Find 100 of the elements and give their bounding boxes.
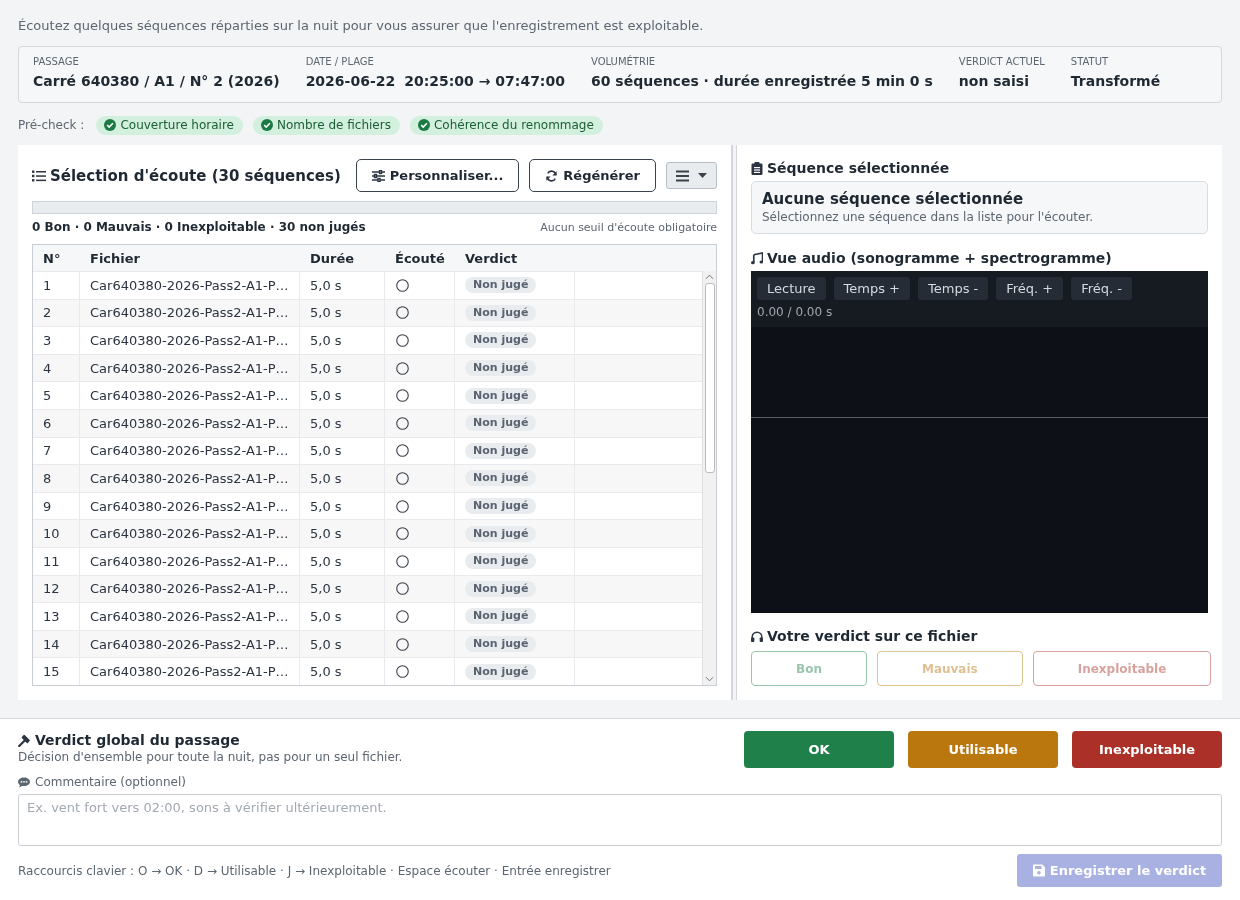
table-row[interactable]: 13 Car640380-2026-Pass2-A1-P… 5,0 s Non jugé xyxy=(33,602,702,630)
global-verdict-button[interactable]: Utilisable xyxy=(908,731,1058,768)
comment-field[interactable]: Ex. vent fort vers 02:00, sons à vérifier ultérieurement. xyxy=(18,794,1222,846)
table-row[interactable]: 6 Car640380-2026-Pass2-A1-P… 5,0 s Non jugé xyxy=(33,408,702,437)
verdict-status: Non jugé xyxy=(465,277,537,294)
customize-button[interactable]: Personnaliser... xyxy=(355,159,520,192)
table-row[interactable]: 10 Car640380-2026-Pass2-A1-P… 5,0 s Non jugé xyxy=(33,519,702,547)
table-cell: 6 xyxy=(33,409,80,437)
table-cell: 13 xyxy=(33,603,80,630)
speech-bubble-icon xyxy=(18,776,30,788)
table-cell: 3 xyxy=(33,327,80,354)
check-circle-icon xyxy=(260,119,273,131)
regenerate-button[interactable]: Régénérer xyxy=(529,159,656,192)
table-row[interactable]: 2 Car640380-2026-Pass2-A1-P… 5,0 s Non jugé xyxy=(33,298,702,327)
column-header: Durée xyxy=(309,249,356,268)
field-value: Carré 640380 / A1 / N° 2 (2026) xyxy=(33,72,280,90)
playback-time: 0.00 / 0.00 s xyxy=(757,304,834,320)
table-cell: 15 xyxy=(33,658,80,685)
precheck-label-text: Couverture horaire xyxy=(120,118,234,132)
table-row[interactable]: 3 Car640380-2026-Pass2-A1-P… 5,0 s Non jugé xyxy=(33,326,702,354)
field-label: STATUT xyxy=(1070,56,1110,68)
table-cell: 5 xyxy=(33,382,80,409)
global-verdict-subtitle: Décision d'ensemble pour toute la nuit, pas pour un seul fichier. xyxy=(18,749,403,766)
global-verdict-button[interactable]: OK xyxy=(744,731,894,768)
comment-label: Commentaire (optionnel) xyxy=(35,775,186,789)
table-cell: 8 xyxy=(33,465,80,492)
play-button[interactable]: Lecture xyxy=(757,277,826,300)
section-heading: Vue audio (sonogramme + spectrogramme) xyxy=(767,249,1112,267)
column-header: Écouté xyxy=(394,249,446,268)
table-row[interactable]: 9 Car640380-2026-Pass2-A1-P… 5,0 s Non jugé xyxy=(33,491,702,520)
table-row[interactable]: 8 Car640380-2026-Pass2-A1-P… 5,0 s Non jugé xyxy=(33,464,702,492)
table-cell: Car640380-2026-Pass2-A1-P… xyxy=(80,272,300,299)
scrollbar[interactable] xyxy=(702,271,716,685)
refresh-icon xyxy=(545,169,559,182)
verdict-status: Non jugé xyxy=(465,580,537,597)
time-zoom-in-button[interactable]: Temps + xyxy=(833,277,910,300)
field-value: Transformé xyxy=(1070,72,1161,90)
table-row[interactable]: 4 Car640380-2026-Pass2-A1-P… 5,0 s Non jugé xyxy=(33,353,702,382)
table-cell: Car640380-2026-Pass2-A1-P… xyxy=(80,382,300,409)
check-circle-icon xyxy=(417,119,430,131)
precheck-label-text: Nombre de fichiers xyxy=(276,118,391,132)
scrollbar-thumb[interactable] xyxy=(704,283,715,473)
intro-text: Écoutez quelques séquences réparties sur la nuit pour vous assurer que l'enregistrement est exploitable. xyxy=(18,17,705,35)
column-header: Verdict xyxy=(464,249,519,268)
menu-button[interactable] xyxy=(666,162,717,189)
keyboard-shortcuts-hint: Raccourcis clavier : O → OK · D → Utilisable · J → Inexploitable · Espace écouter · Entrée enregistrer xyxy=(18,863,611,878)
verdict-status: Non jugé xyxy=(465,608,537,625)
table-row[interactable]: 7 Car640380-2026-Pass2-A1-P… 5,0 s Non jugé xyxy=(33,436,702,465)
sliders-icon xyxy=(371,169,385,182)
chevron-down-icon xyxy=(705,676,714,682)
table-row[interactable]: 1 Car640380-2026-Pass2-A1-P… 5,0 s Non jugé xyxy=(33,271,702,299)
verdict-status: Non jugé xyxy=(465,636,537,652)
table-cell: 5,0 s xyxy=(300,658,385,685)
verdict-tally: 0 Bon · 0 Mauvais · 0 Inexploitable · 30 non jugés xyxy=(32,220,366,234)
table-row[interactable]: 15 Car640380-2026-Pass2-A1-P… 5,0 s Non jugé xyxy=(33,657,702,685)
table-cell: Car640380-2026-Pass2-A1-P… xyxy=(80,465,300,492)
verdict-status: Non jugé xyxy=(465,498,537,515)
check-circle-icon xyxy=(104,119,117,131)
caret-icon xyxy=(698,173,707,178)
section-heading: Votre verdict sur ce fichier xyxy=(767,627,978,645)
global-verdict-button[interactable]: Inexploitable xyxy=(1072,731,1222,768)
column-header: Fichier xyxy=(89,249,141,268)
table-cell: Car640380-2026-Pass2-A1-P… xyxy=(80,327,300,354)
table-cell: 5,0 s xyxy=(300,465,385,492)
frequency-zoom-in-button[interactable]: Fréq. + xyxy=(996,277,1064,300)
chevron-up-icon xyxy=(705,274,714,280)
column-header: N° xyxy=(42,249,62,268)
field-label: PASSAGE xyxy=(33,56,80,68)
verdict-status: Non jugé xyxy=(465,387,537,404)
global-verdict-title: Verdict global du passage xyxy=(35,731,240,749)
verdict-status: Non jugé xyxy=(465,553,537,570)
table-cell: 5,0 s xyxy=(300,409,385,437)
table-cell: 5,0 s xyxy=(300,272,385,299)
precheck-label: Pré-check : xyxy=(18,118,85,132)
field-label: VOLUMÉTRIE xyxy=(590,56,657,68)
table-cell: 5,0 s xyxy=(300,327,385,354)
verdict-status: Non jugé xyxy=(465,470,537,487)
field-value: non saisi xyxy=(958,72,1029,90)
gavel-icon xyxy=(18,733,31,747)
verdict-status: Non jugé xyxy=(465,525,537,542)
field-label: VERDICT ACTUEL xyxy=(958,56,1045,68)
empty-state-hint: Sélectionnez une séquence dans la liste pour l'écouter. xyxy=(762,209,1095,225)
time-zoom-out-button[interactable]: Temps - xyxy=(918,277,989,300)
table-cell: 10 xyxy=(33,520,80,547)
table-row[interactable]: 14 Car640380-2026-Pass2-A1-P… 5,0 s Non jugé xyxy=(33,629,702,658)
field-value: 20:25:00 → 07:47:00 xyxy=(404,72,565,90)
table-row[interactable]: 5 Car640380-2026-Pass2-A1-P… 5,0 s Non jugé xyxy=(33,381,702,409)
verdict-status: Non jugé xyxy=(465,442,537,459)
table-cell: Car640380-2026-Pass2-A1-P… xyxy=(80,520,300,547)
table-cell: Car640380-2026-Pass2-A1-P… xyxy=(80,547,300,575)
headphones-icon xyxy=(751,629,763,643)
field-value: 2026-06-22 xyxy=(305,72,396,90)
menu-icon xyxy=(676,169,689,182)
frequency-zoom-out-button[interactable]: Fréq. - xyxy=(1071,277,1133,300)
table-row[interactable]: 12 Car640380-2026-Pass2-A1-P… 5,0 s Non jugé xyxy=(33,574,702,603)
verdict-status: Non jugé xyxy=(465,360,537,377)
table-row[interactable]: 11 Car640380-2026-Pass2-A1-P… 5,0 s Non jugé xyxy=(33,546,702,575)
field-label: DATE / PLAGE xyxy=(305,56,375,68)
list-icon xyxy=(32,169,46,182)
threshold-note: Aucun seuil d'écoute obligatoire xyxy=(540,220,717,234)
